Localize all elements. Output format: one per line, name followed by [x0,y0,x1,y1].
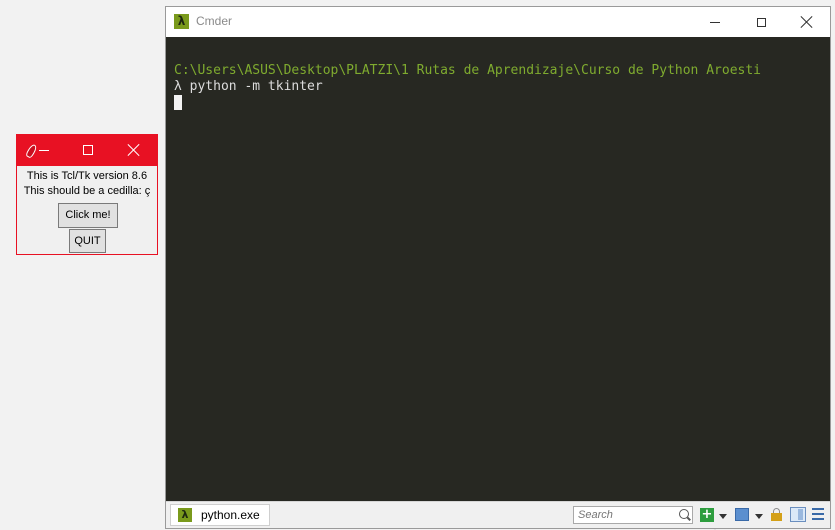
click-me-button[interactable]: Click me! [58,203,118,228]
minimize-icon [710,21,720,23]
tk-titlebar[interactable] [17,135,157,166]
terminal-command-line: λ python -m tkinter [174,79,323,94]
tk-minimize-icon[interactable] [39,150,49,151]
search-icon[interactable] [679,509,689,519]
tk-window: This is Tcl/Tk version 8.6 This should b… [16,134,158,255]
close-icon [801,16,813,28]
terminal-console[interactable]: C:\Users\ASUS\Desktop\PLATZI\1 Rutas de … [166,37,830,507]
status-bar: λ python.exe + [166,501,830,528]
tab-lambda-icon: λ [178,508,192,522]
feather-icon [24,143,39,159]
lock-icon[interactable] [771,508,782,521]
cmder-titlebar[interactable]: λ Cmder [166,7,830,37]
split-icon[interactable] [790,507,806,522]
search-input[interactable] [576,507,676,523]
console-type-dropdown-icon[interactable] [755,514,763,519]
add-console-dropdown-icon[interactable] [719,514,727,519]
console-tab[interactable]: λ python.exe [170,504,270,526]
terminal-cursor [174,95,182,110]
tab-label: python.exe [201,508,260,522]
close-button[interactable] [784,7,830,37]
search-box[interactable] [573,506,693,524]
cmder-window: λ Cmder C:\Users\ASUS\Desktop\PLATZI\1 R… [165,6,831,529]
maximize-button[interactable] [738,7,784,37]
quit-button[interactable]: QUIT [69,229,106,253]
maximize-icon [756,17,766,27]
minimize-button[interactable] [692,7,738,37]
tk-maximize-icon[interactable] [83,145,93,155]
window-title: Cmder [196,14,233,28]
add-console-icon[interactable]: + [700,508,714,522]
tk-cedilla-label: This should be a cedilla: ç [23,185,151,197]
console-type-icon[interactable] [735,508,749,521]
app-lambda-icon: λ [174,14,189,29]
terminal-path-line: C:\Users\ASUS\Desktop\PLATZI\1 Rutas de … [174,63,761,78]
tk-close-icon[interactable] [128,144,140,156]
tk-version-label: This is Tcl/Tk version 8.6 [26,170,148,182]
menu-icon[interactable] [812,508,824,520]
